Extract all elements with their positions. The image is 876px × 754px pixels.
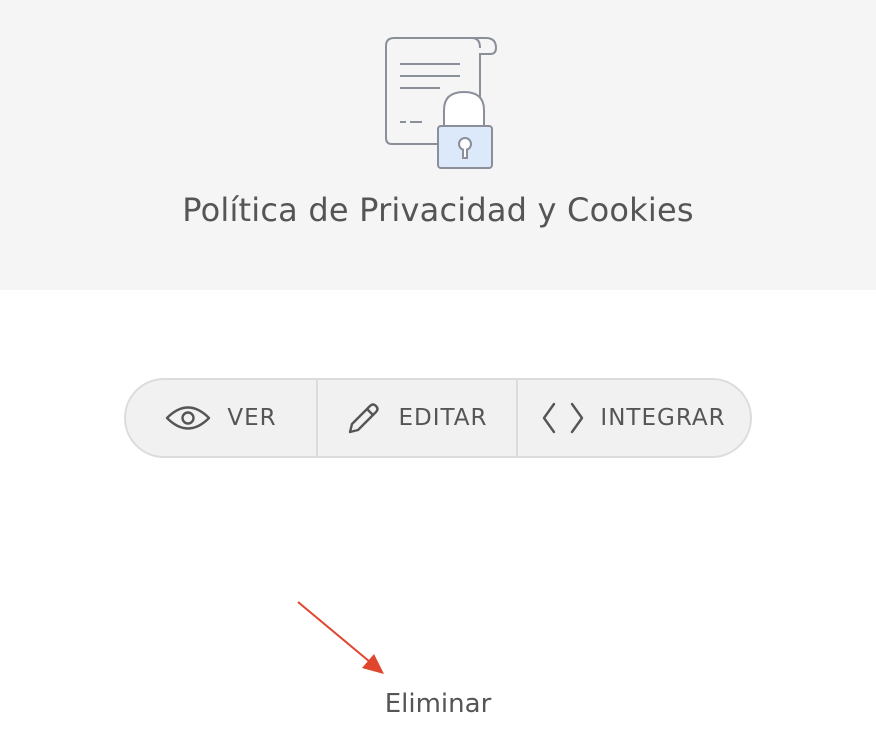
embed-button[interactable]: INTEGRAR xyxy=(516,380,750,456)
annotation-arrow-icon xyxy=(297,601,384,674)
view-button-label: VER xyxy=(227,405,277,431)
code-icon xyxy=(542,401,584,435)
document-lock-icon xyxy=(385,37,498,169)
action-bar: VER EDITAR INTEGRAR xyxy=(124,378,752,458)
pencil-icon xyxy=(346,400,382,436)
delete-link[interactable]: Eliminar xyxy=(0,684,876,724)
view-button[interactable]: VER xyxy=(126,380,316,456)
edit-button-label: EDITAR xyxy=(398,405,488,431)
embed-button-label: INTEGRAR xyxy=(600,405,726,431)
edit-button[interactable]: EDITAR xyxy=(316,380,516,456)
page-title: Política de Privacidad y Cookies xyxy=(182,191,694,229)
eye-icon xyxy=(165,403,211,433)
header-section: Política de Privacidad y Cookies xyxy=(0,0,876,290)
page: Política de Privacidad y Cookies VER EDI… xyxy=(0,0,876,754)
